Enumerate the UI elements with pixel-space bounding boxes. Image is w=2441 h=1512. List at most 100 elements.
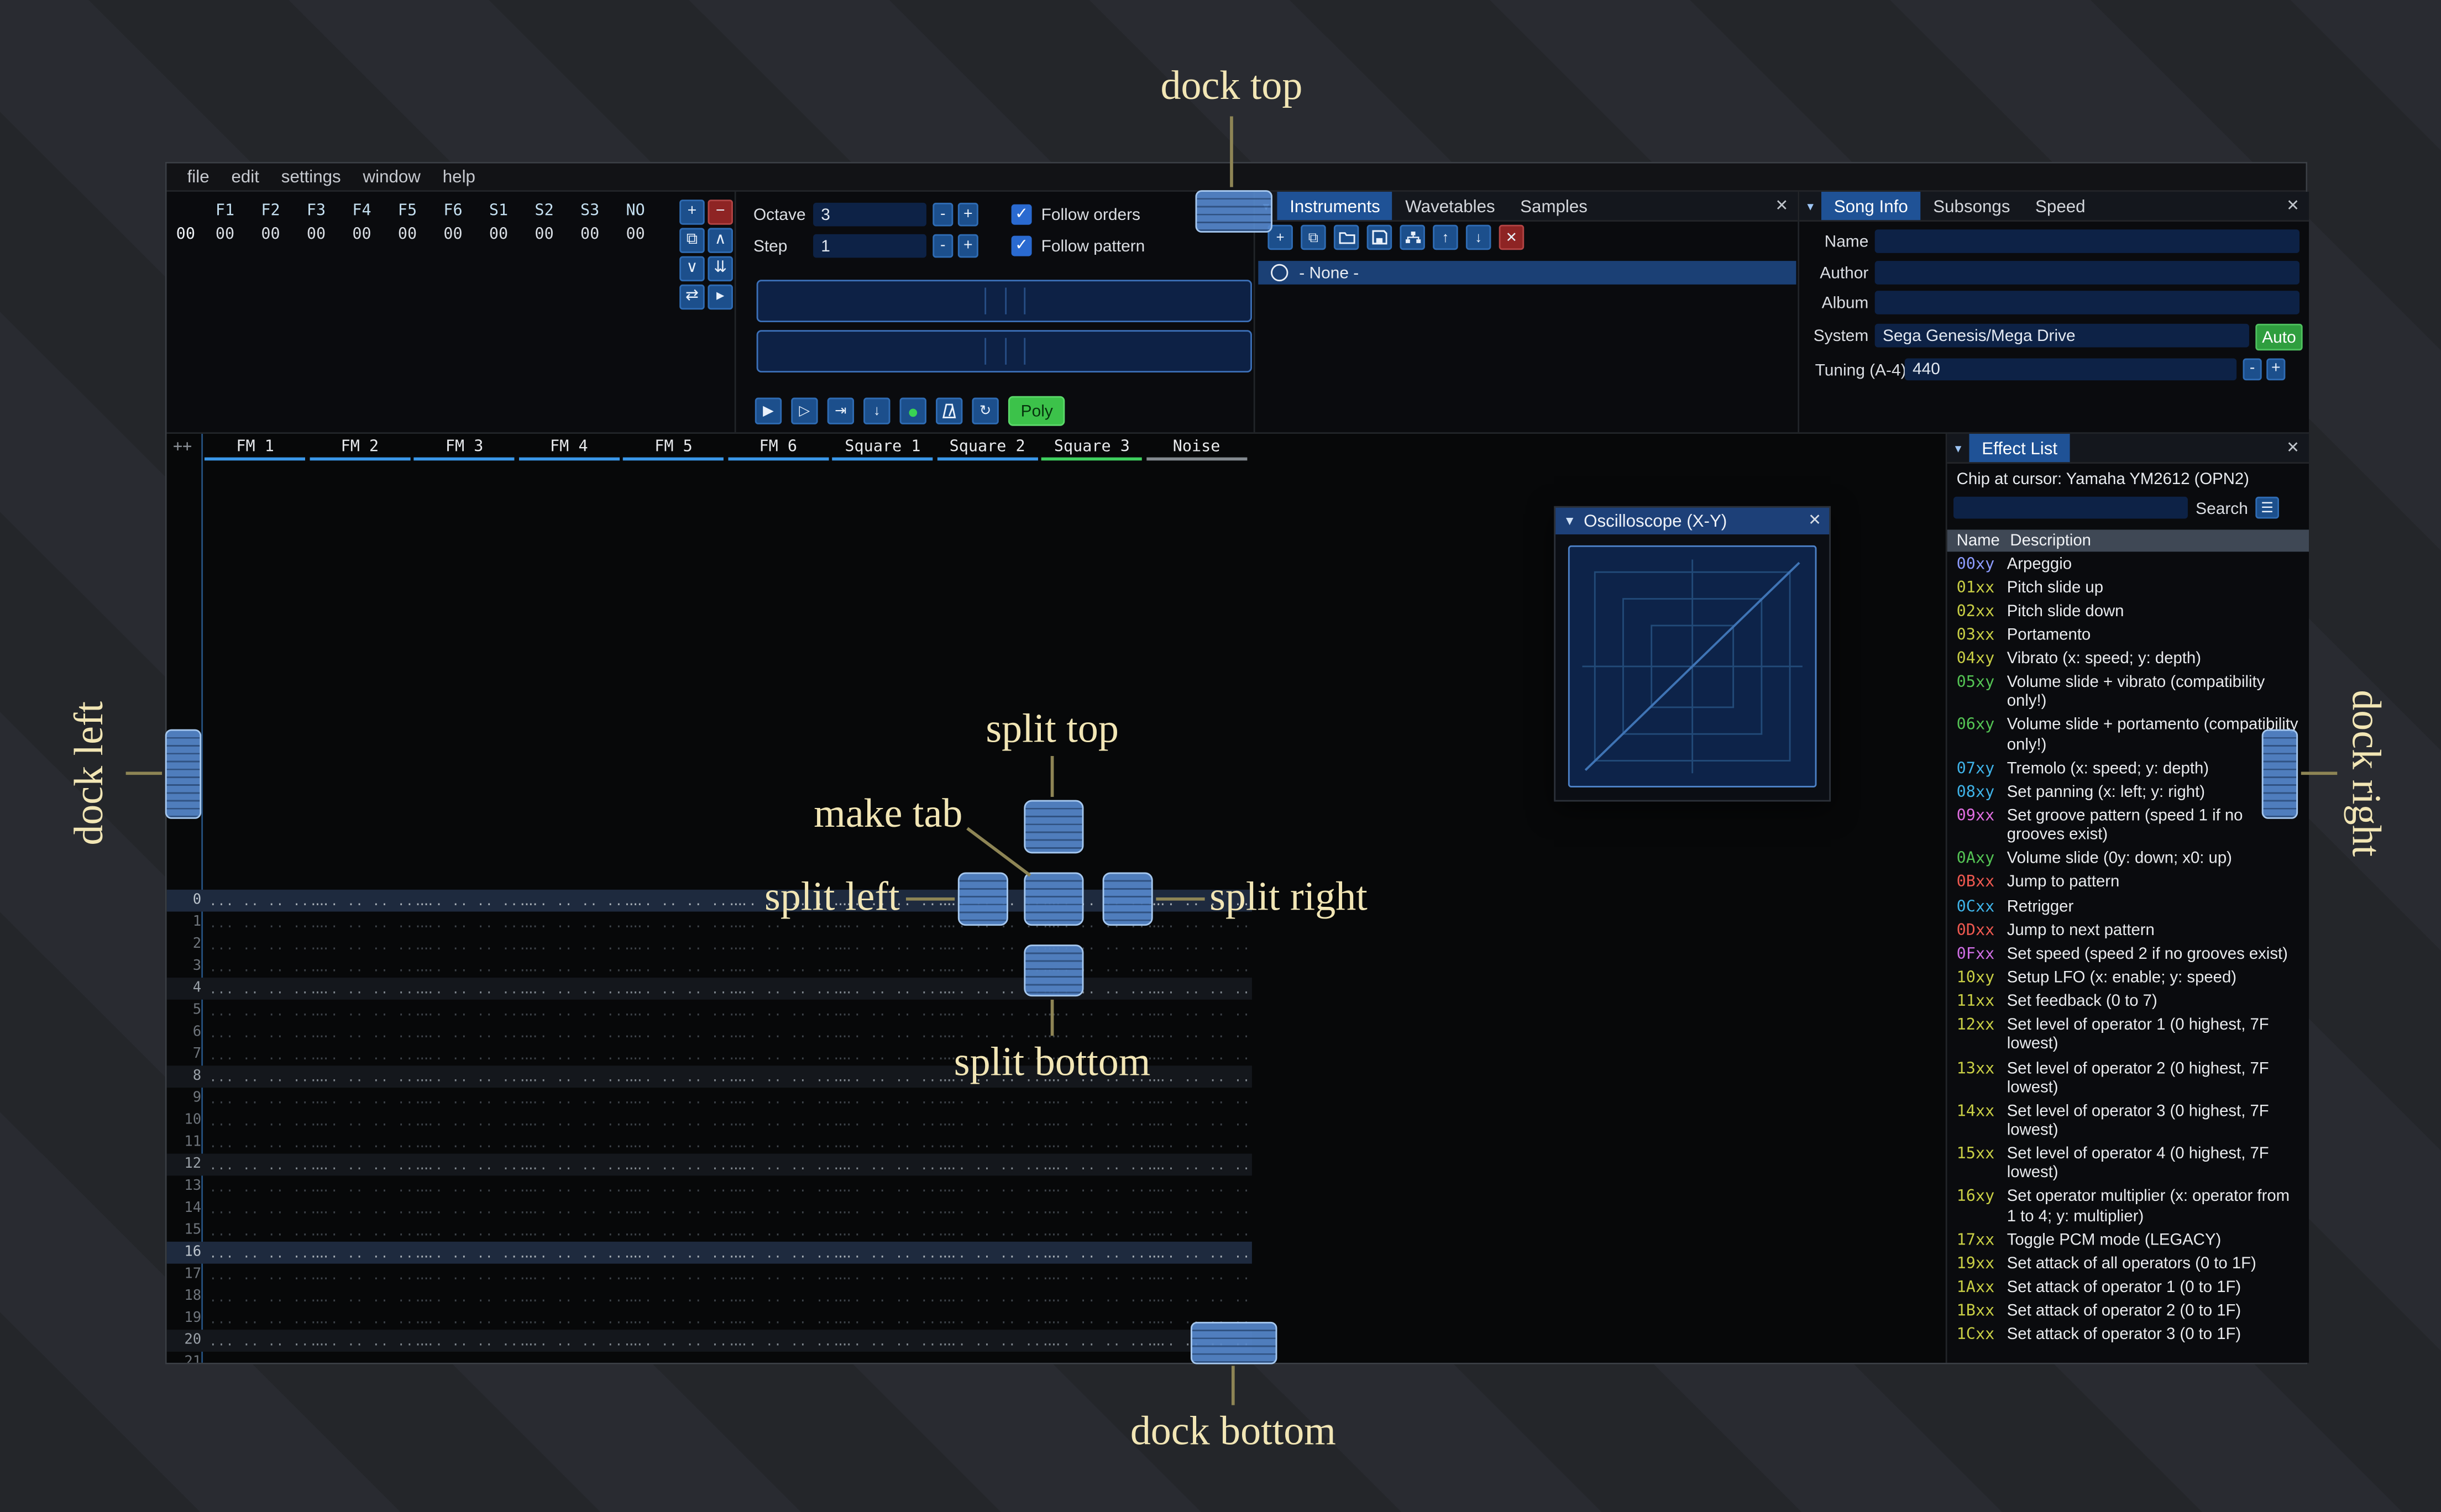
play-row-button[interactable]: ⇥ — [827, 397, 855, 424]
pattern-cell[interactable]: ... .. .. .... — [732, 1356, 848, 1363]
pattern-cell[interactable]: ... .. .. .... — [209, 1004, 325, 1018]
pattern-cell[interactable]: ... .. .. .... — [523, 1091, 639, 1106]
pattern-cell[interactable]: ... .. .. .... — [1150, 1224, 1252, 1238]
pattern-cell[interactable]: ... .. .. .... — [209, 1268, 325, 1282]
pattern-cell[interactable]: ... .. .. .... — [627, 1114, 743, 1128]
pattern-cell[interactable]: ... .. .. .... — [732, 1290, 848, 1304]
menu-item-file[interactable]: file — [176, 167, 221, 186]
effect-row-17xx[interactable]: 17xx Toggle PCM mode (LEGACY) — [1947, 1230, 2309, 1253]
menu-item-help[interactable]: help — [432, 167, 486, 186]
pattern-cell[interactable]: ... .. .. .... — [732, 1069, 848, 1084]
pattern-cell[interactable]: ... .. .. .... — [1150, 1246, 1252, 1260]
move-instrument-down-button[interactable]: ↓ — [1465, 224, 1491, 250]
order-cell[interactable]: 00 — [307, 227, 326, 244]
pattern-cell[interactable]: ... .. .. .... — [1046, 1290, 1162, 1304]
channel-header-fm-6[interactable]: FM 6 — [726, 439, 830, 458]
pattern-cell[interactable]: ... .. .. .... — [314, 1069, 430, 1084]
pattern-cell[interactable]: ... .. .. .... — [418, 1356, 535, 1363]
pattern-cell[interactable]: ... .. .. .... — [627, 959, 743, 974]
split-top-target[interactable] — [1024, 800, 1084, 854]
pattern-cell[interactable]: ... .. .. .... — [523, 1246, 639, 1260]
pattern-cell[interactable]: ... .. .. .... — [941, 1114, 1057, 1128]
close-icon[interactable]: ✕ — [2277, 434, 2309, 462]
close-icon[interactable]: ✕ — [1808, 512, 1821, 529]
tuning-increase-button[interactable]: + — [2266, 358, 2286, 381]
pattern-rows[interactable]: 0 ... .. .. .... ... .. .. .... ... .. .. .… — [166, 889, 1252, 1363]
dock-left-target[interactable] — [165, 729, 202, 819]
pattern-row-0[interactable]: 0... .. .. ....... .. .. ....... .. .. .… — [166, 889, 1252, 912]
pattern-cell[interactable]: ... .. .. .... — [941, 1091, 1057, 1106]
pattern-cell[interactable]: ... .. .. .... — [1150, 1114, 1252, 1128]
pattern-cell[interactable]: ... .. .. .... — [732, 1179, 848, 1194]
pattern-cell[interactable]: ... .. .. .... — [523, 916, 639, 930]
pattern-cell[interactable]: ... .. .. .... — [209, 1224, 325, 1238]
pattern-cell[interactable]: ... .. .. .... — [418, 1268, 535, 1282]
pattern-cell[interactable]: ... .. .. .... — [209, 1069, 325, 1084]
pattern-cell[interactable]: ... .. .. .... — [1046, 1334, 1162, 1348]
add-order-button[interactable]: + — [679, 200, 705, 225]
pattern-cell[interactable]: ... .. .. .... — [941, 1268, 1057, 1282]
duplicate-order-button[interactable]: ⧉ — [679, 228, 705, 253]
pattern-cell[interactable]: ... .. .. .... — [418, 916, 535, 930]
order-edit-mode-button[interactable]: ▸ — [708, 284, 733, 310]
pattern-cell[interactable]: ... .. .. .... — [1046, 1091, 1162, 1106]
pattern-row-13[interactable]: 13... .. .. ....... .. .. ....... .. .. … — [167, 1175, 1252, 1198]
close-icon[interactable]: ✕ — [1766, 192, 1798, 220]
metronome-button[interactable] — [936, 397, 963, 424]
pattern-cell[interactable]: ... .. .. .... — [837, 1048, 953, 1062]
pattern-row-21[interactable]: 21... .. .. ....... .. .. ....... .. .. … — [167, 1352, 1252, 1363]
octave-decrease-button[interactable]: - — [933, 202, 954, 227]
pattern-cell[interactable]: ... .. .. .... — [1046, 1224, 1162, 1238]
pattern-cell[interactable]: ... .. .. .... — [837, 1246, 953, 1260]
pattern-cell[interactable]: ... .. .. .... — [209, 938, 325, 952]
pattern-cell[interactable]: ... .. .. .... — [837, 1026, 953, 1040]
pattern-cell[interactable]: ... .. .. .... — [837, 1069, 953, 1084]
pattern-cell[interactable]: ... .. .. .... — [418, 1026, 535, 1040]
pattern-cell[interactable]: ... .. .. .... — [209, 1290, 325, 1304]
pattern-cell[interactable]: ... .. .. .... — [627, 1290, 743, 1304]
collapse-icon[interactable]: ▼ — [1563, 514, 1576, 528]
pattern-cell[interactable]: ... .. .. .... — [314, 1290, 430, 1304]
dock-top-target[interactable] — [1195, 190, 1272, 233]
pattern-cell[interactable]: ... .. .. .... — [837, 981, 953, 996]
effect-row-00xy[interactable]: 00xy Arpeggio — [1947, 553, 2309, 577]
pattern-cell[interactable]: ... .. .. .... — [209, 1311, 325, 1326]
pattern-cell[interactable]: ... .. .. .... — [941, 1179, 1057, 1194]
tuning-field[interactable]: 440 — [1904, 358, 2237, 381]
pattern-cell[interactable]: ... .. .. .... — [418, 1246, 535, 1260]
effect-row-08xy[interactable]: 08xy Set panning (x: left; y: right) — [1947, 782, 2309, 806]
pattern-cell[interactable]: ... .. .. .... — [523, 1179, 639, 1194]
duplicate-order-end-button[interactable]: ⇊ — [708, 256, 733, 282]
pattern-cell[interactable]: ... .. .. .... — [1046, 1004, 1162, 1018]
effect-row-0Bxx[interactable]: 0Bxx Jump to pattern — [1947, 872, 2309, 896]
pattern-cell[interactable]: ... .. .. .... — [1150, 938, 1252, 952]
pattern-cell[interactable]: ... .. .. .... — [418, 1224, 535, 1238]
pattern-row-17[interactable]: 17... .. .. ....... .. .. ....... .. .. … — [167, 1264, 1252, 1286]
pattern-cell[interactable]: ... .. .. .... — [732, 1334, 848, 1348]
pattern-cell[interactable]: ... .. .. .... — [627, 1268, 743, 1282]
pattern-cell[interactable]: ... .. .. .... — [627, 1069, 743, 1084]
pattern-cell[interactable]: ... .. .. .... — [314, 1311, 430, 1326]
pattern-cell[interactable]: ... .. .. .... — [418, 894, 535, 908]
duplicate-instrument-button[interactable]: ⧉ — [1301, 224, 1326, 250]
pattern-cell[interactable]: ... .. .. .... — [1150, 1048, 1252, 1062]
pattern-cell[interactable]: ... .. .. .... — [314, 1334, 430, 1348]
pattern-cell[interactable]: ... .. .. .... — [837, 1311, 953, 1326]
order-cell[interactable]: 00 — [580, 227, 599, 244]
pattern-cell[interactable]: ... .. .. .... — [314, 1158, 430, 1172]
pattern-cell[interactable]: ... .. .. .... — [314, 1201, 430, 1216]
pattern-cell[interactable]: ... .. .. .... — [418, 1048, 535, 1062]
move-order-up-button[interactable]: ∧ — [708, 228, 733, 253]
pattern-cell[interactable]: ... .. .. .... — [523, 1268, 639, 1282]
pattern-cell[interactable]: ... .. .. .... — [837, 1268, 953, 1282]
pattern-cell[interactable]: ... .. .. .... — [941, 1290, 1057, 1304]
pattern-cell[interactable]: ... .. .. .... — [732, 1246, 848, 1260]
make-tab-target[interactable] — [1024, 872, 1084, 926]
effect-search-input[interactable] — [1953, 496, 2188, 519]
pattern-cell[interactable]: ... .. .. .... — [209, 1114, 325, 1128]
effect-row-03xx[interactable]: 03xx Portamento — [1947, 624, 2309, 648]
effect-row-19xx[interactable]: 19xx Set attack of all operators (0 to 1F… — [1947, 1253, 2309, 1277]
channel-header-square-1[interactable]: Square 1 — [830, 439, 935, 458]
tuning-decrease-button[interactable]: - — [2243, 358, 2262, 381]
pattern-row-9[interactable]: 9... .. .. ....... .. .. ....... .. .. .… — [167, 1088, 1252, 1110]
